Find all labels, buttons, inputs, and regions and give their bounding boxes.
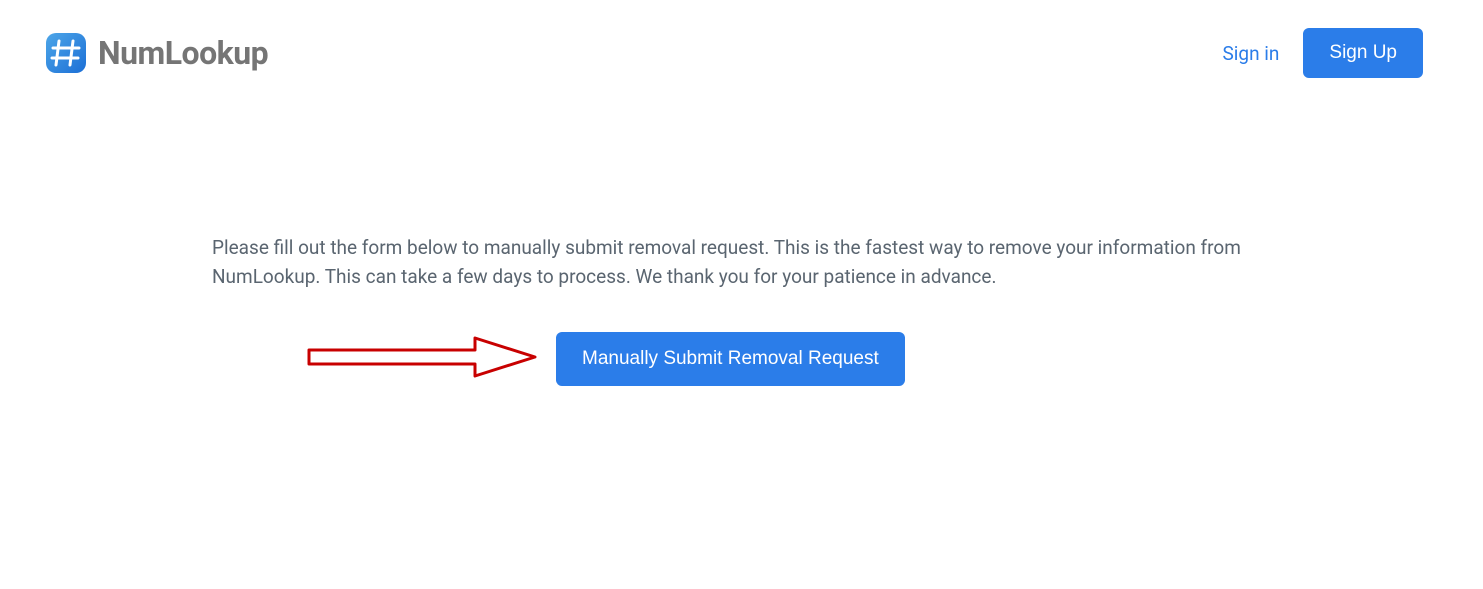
manually-submit-removal-button[interactable]: Manually Submit Removal Request — [556, 332, 905, 386]
logo-text: NumLookup — [98, 34, 268, 72]
header: NumLookup Sign in Sign Up — [0, 0, 1483, 78]
main-content: Please fill out the form below to manual… — [0, 78, 1483, 386]
instruction-text: Please fill out the form below to manual… — [212, 233, 1271, 292]
hash-icon — [42, 29, 90, 77]
header-actions: Sign in Sign Up — [1223, 28, 1424, 78]
signin-link[interactable]: Sign in — [1223, 42, 1280, 65]
signup-button[interactable]: Sign Up — [1303, 28, 1423, 78]
logo[interactable]: NumLookup — [42, 29, 268, 77]
arrow-annotation-icon — [307, 332, 542, 386]
action-row: Manually Submit Removal Request — [212, 332, 1271, 386]
